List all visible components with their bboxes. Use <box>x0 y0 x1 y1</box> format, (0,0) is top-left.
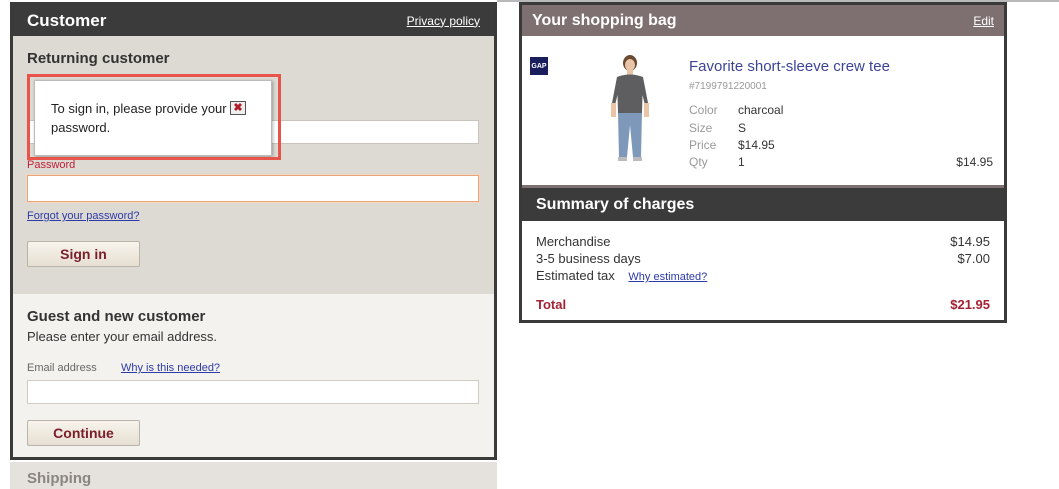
privacy-policy-link[interactable]: Privacy policy <box>407 14 480 28</box>
password-label: Password <box>27 159 76 171</box>
shipping-section-header[interactable]: Shipping <box>10 462 497 489</box>
summary-of-charges: Merchandise $14.95 3-5 business days $7.… <box>522 221 1004 320</box>
color-label: Color <box>689 103 718 117</box>
forgot-password-link[interactable]: Forgot your password? <box>27 210 140 222</box>
merchandise-row: Merchandise $14.95 <box>536 233 990 250</box>
price-value: $14.95 <box>738 138 775 152</box>
shipping-value: $7.00 <box>957 251 990 266</box>
bag-header: Your shopping bag Edit <box>522 5 1004 36</box>
product-sku: #7199791220001 <box>689 81 767 92</box>
shipping-title: Shipping <box>27 470 92 487</box>
price-label: Price <box>689 138 717 152</box>
size-label: Size <box>689 121 713 135</box>
tax-label: Estimated tax <box>536 268 615 283</box>
tax-row: Estimated tax Why estimated? <box>536 267 990 286</box>
bag-item: GAP Favorite short-sleeve crew tee #7199… <box>522 36 1004 185</box>
edit-bag-link[interactable]: Edit <box>973 14 994 28</box>
why-estimated-link[interactable]: Why estimated? <box>628 271 707 283</box>
returning-customer-title: Returning customer <box>27 50 170 67</box>
merchandise-value: $14.95 <box>950 234 990 249</box>
customer-header: Customer Privacy policy <box>13 5 494 36</box>
color-value: charcoal <box>738 103 784 117</box>
password-field[interactable] <box>27 175 479 202</box>
email-address-label: Email address <box>27 362 97 374</box>
continue-button[interactable]: Continue <box>27 420 140 446</box>
guest-email-field[interactable] <box>27 380 479 404</box>
line-total: $14.95 <box>956 155 993 169</box>
checkout-page: Customer Privacy policy Returning custom… <box>0 0 1059 489</box>
bag-title: Your shopping bag <box>532 11 677 29</box>
guest-customer-section: Guest and new customer Please enter your… <box>13 294 494 457</box>
size-value: S <box>738 121 747 135</box>
why-needed-link[interactable]: Why is this needed? <box>121 362 220 374</box>
customer-title: Customer <box>27 10 107 30</box>
shipping-speed-label: 3-5 business days <box>536 251 641 266</box>
shipping-row: 3-5 business days $7.00 <box>536 250 990 267</box>
customer-panel: Customer Privacy policy Returning custom… <box>10 2 497 460</box>
guest-instructions: Please enter your email address. <box>27 329 218 344</box>
total-row: Total $21.95 <box>536 296 990 313</box>
merchandise-label: Merchandise <box>536 234 611 249</box>
qty-label: Qty <box>689 155 708 169</box>
gap-logo: GAP <box>530 57 548 75</box>
product-name-link[interactable]: Favorite short-sleeve crew tee <box>689 58 890 75</box>
product-image[interactable] <box>604 53 656 165</box>
shopping-bag-panel: Your shopping bag Edit GAP Favorite shor… <box>519 2 1007 323</box>
total-label: Total <box>536 297 567 312</box>
sign-in-button[interactable]: Sign in <box>27 241 140 267</box>
tooltip-highlight-box <box>27 74 281 160</box>
summary-title: Summary of charges <box>522 188 1004 221</box>
total-value: $21.95 <box>950 297 990 312</box>
qty-value: 1 <box>738 155 745 169</box>
guest-customer-title: Guest and new customer <box>27 308 206 325</box>
